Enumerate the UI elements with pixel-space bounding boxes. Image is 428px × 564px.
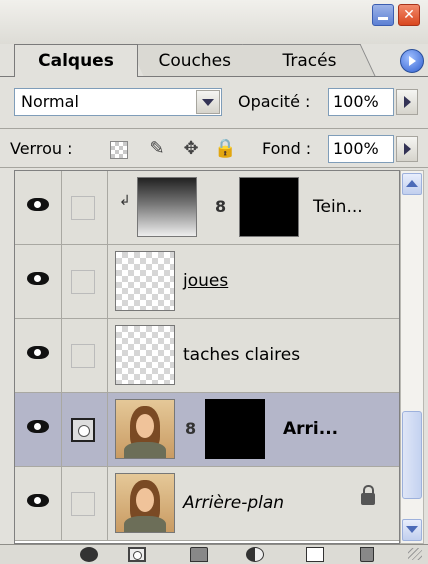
- new-group-icon[interactable]: [190, 547, 208, 562]
- layer-row-joues[interactable]: joues: [15, 245, 399, 319]
- fill-slider-arrow-icon[interactable]: [396, 136, 418, 162]
- opacity-slider-arrow-icon[interactable]: [396, 89, 418, 115]
- link-box[interactable]: [71, 270, 95, 294]
- panel-menu-icon[interactable]: [400, 49, 424, 73]
- clipping-arrow-icon: ↲: [119, 193, 131, 209]
- layers-scrollbar[interactable]: [400, 170, 424, 544]
- divider: [0, 167, 428, 168]
- layer-name[interactable]: Arri...: [283, 419, 338, 439]
- layers-panel: ✕ Calques Couches Tracés Normal Opacité …: [0, 0, 428, 564]
- layer-row-arriere-plan[interactable]: Arrière-plan: [15, 467, 399, 541]
- mask-thumbnail[interactable]: [239, 177, 299, 237]
- link-box[interactable]: [71, 492, 95, 516]
- layer-thumbnail[interactable]: [115, 251, 175, 311]
- layer-thumbnail[interactable]: [115, 325, 175, 385]
- panel-tabs: Calques Couches Tracés: [0, 44, 428, 77]
- blend-mode-value: Normal: [21, 92, 79, 111]
- lock-all-icon[interactable]: 🔒: [214, 138, 236, 160]
- mask-thumbnail[interactable]: [205, 399, 265, 459]
- close-icon[interactable]: ✕: [398, 4, 420, 26]
- eye-icon[interactable]: [27, 420, 49, 433]
- opacity-label: Opacité :: [238, 92, 311, 111]
- mask-mode-icon[interactable]: [71, 418, 95, 442]
- lock-icon: [361, 485, 375, 505]
- layer-row-taches-claires[interactable]: taches claires: [15, 319, 399, 393]
- tab-calques[interactable]: Calques: [14, 44, 138, 77]
- fill-label: Fond :: [262, 139, 312, 158]
- layer-name[interactable]: Tein...: [313, 197, 363, 217]
- chevron-down-icon[interactable]: [196, 90, 220, 114]
- trash-icon[interactable]: [360, 547, 374, 562]
- minimize-icon[interactable]: [372, 4, 394, 26]
- scroll-up-icon[interactable]: [402, 173, 422, 195]
- fill-input[interactable]: 100%: [328, 135, 394, 163]
- chain-link-icon[interactable]: 8: [185, 419, 197, 439]
- lock-move-icon[interactable]: ✥: [180, 138, 202, 160]
- new-adjustment-layer-icon[interactable]: [246, 547, 264, 562]
- layer-row-teinte[interactable]: ↲ 8 Tein...: [15, 171, 399, 245]
- chain-link-icon[interactable]: 8: [215, 197, 227, 217]
- layer-style-icon[interactable]: [80, 547, 98, 562]
- panel-title-bar: ✕: [0, 0, 428, 44]
- layers-list: ↲ 8 Tein... joues taches claires 8 Arri.…: [14, 170, 400, 544]
- resize-grip-icon[interactable]: [408, 548, 422, 560]
- eye-icon[interactable]: [27, 198, 49, 211]
- link-box[interactable]: [71, 344, 95, 368]
- photo-thumbnail[interactable]: [115, 473, 175, 533]
- photo-thumbnail[interactable]: [115, 399, 175, 459]
- opacity-input[interactable]: 100%: [328, 88, 394, 116]
- eye-icon[interactable]: [27, 494, 49, 507]
- lock-label: Verrou :: [10, 139, 73, 158]
- layer-name[interactable]: taches claires: [183, 345, 300, 365]
- adjustment-thumbnail[interactable]: [137, 177, 197, 237]
- tab-traces[interactable]: Tracés: [242, 44, 376, 76]
- new-layer-icon[interactable]: [306, 547, 324, 562]
- eye-icon[interactable]: [27, 346, 49, 359]
- layers-toolbar: [0, 544, 428, 564]
- lock-brush-icon[interactable]: ✎: [146, 138, 168, 160]
- eye-icon[interactable]: [27, 272, 49, 285]
- scroll-thumb[interactable]: [402, 411, 422, 499]
- layer-row-arriere-masked[interactable]: 8 Arri...: [15, 393, 399, 467]
- tab-couches[interactable]: Couches: [128, 44, 262, 76]
- layer-name[interactable]: joues: [183, 271, 228, 291]
- lock-transparency-icon[interactable]: [110, 141, 128, 159]
- divider: [0, 128, 428, 129]
- scroll-down-icon[interactable]: [402, 519, 422, 541]
- blend-mode-select[interactable]: Normal: [14, 88, 222, 116]
- link-box[interactable]: [71, 196, 95, 220]
- layer-name[interactable]: Arrière-plan: [183, 493, 284, 513]
- add-mask-icon[interactable]: [128, 547, 146, 562]
